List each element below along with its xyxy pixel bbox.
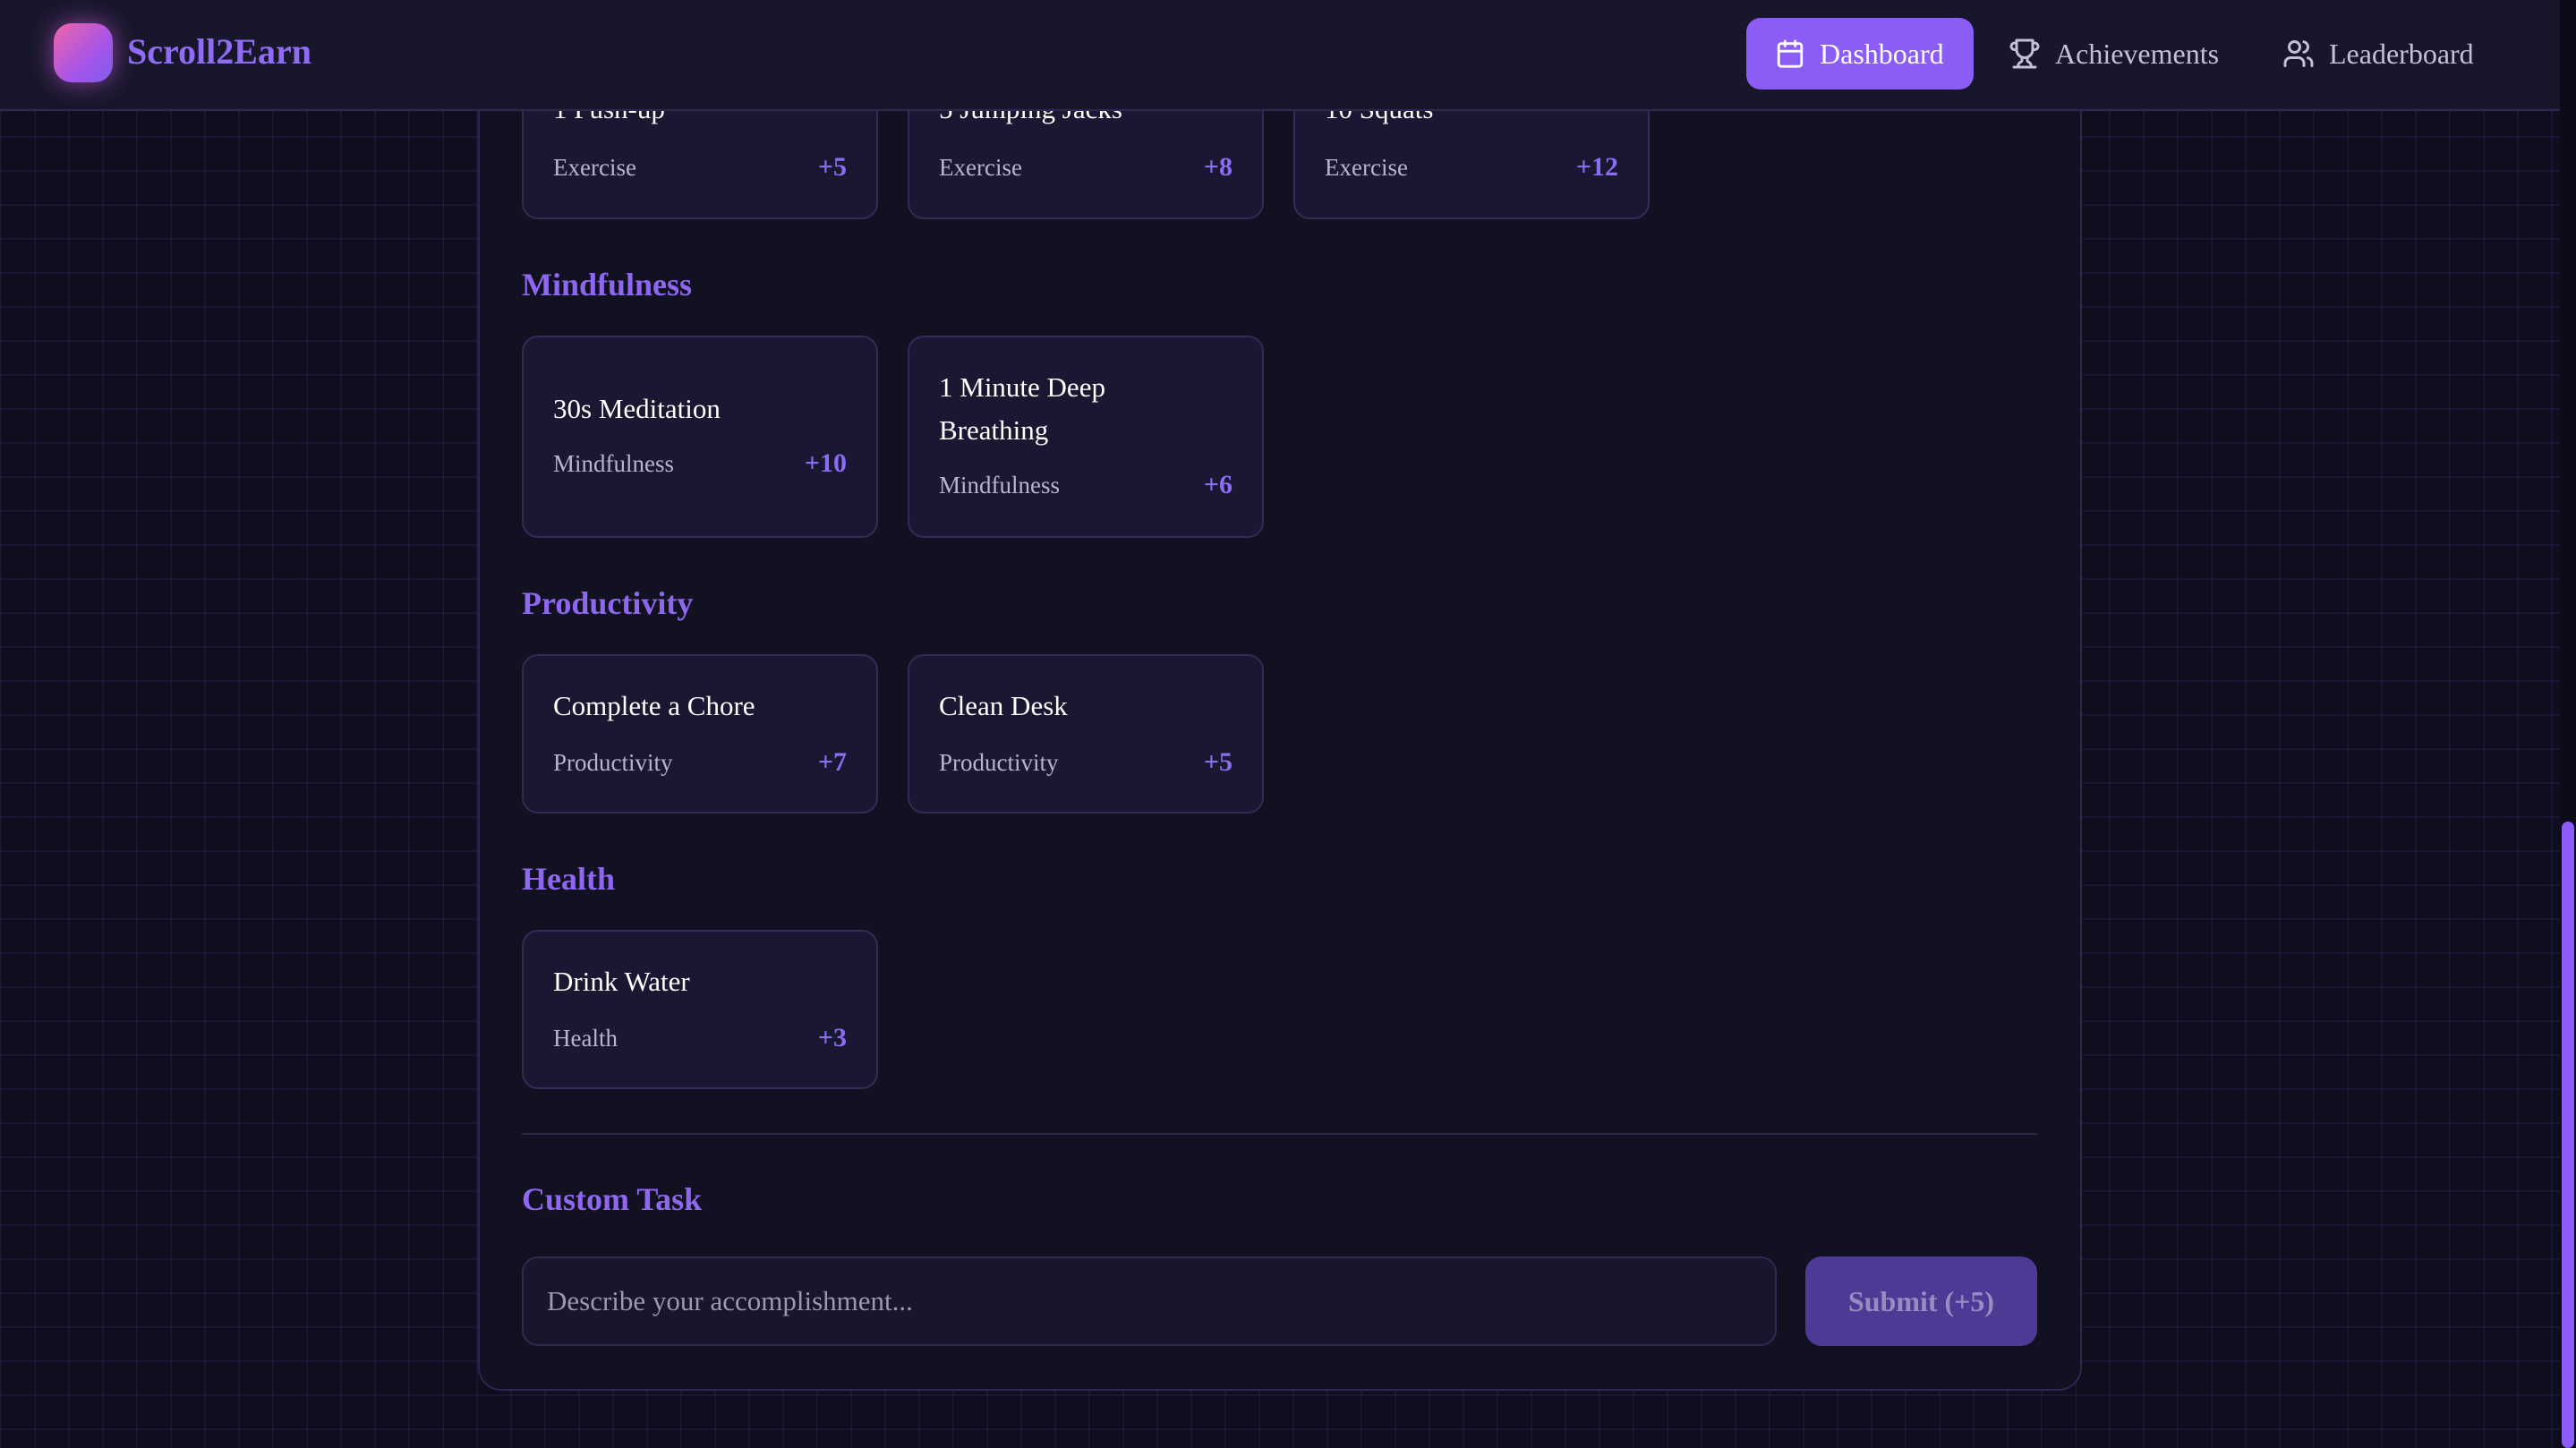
section-heading-mindfulness: Mindfulness	[522, 267, 693, 302]
task-category: Health	[553, 1025, 618, 1052]
task-category: Productivity	[553, 749, 673, 776]
task-category: Exercise	[1325, 154, 1408, 181]
task-card-clean-desk[interactable]: Clean Desk Productivity +5	[908, 654, 1264, 813]
top-navbar: Scroll2Earn Dashboard Achievements Leade…	[0, 0, 2560, 111]
task-category: Mindfulness	[553, 450, 674, 477]
nav-achievements-button[interactable]: Achievements	[2009, 18, 2219, 89]
section-heading-productivity: Productivity	[522, 585, 694, 621]
nav-leaderboard-label: Leaderboard	[2329, 37, 2474, 70]
section-heading-health: Health	[522, 861, 615, 897]
task-points: +5	[1203, 747, 1233, 777]
task-points: +6	[1203, 470, 1233, 499]
task-category: Mindfulness	[939, 472, 1060, 498]
task-title: Clean Desk	[939, 690, 1068, 721]
task-title: Complete a Chore	[553, 690, 755, 721]
task-points: +5	[817, 152, 847, 182]
task-points: +10	[804, 448, 847, 478]
task-title: Drink Water	[553, 966, 690, 997]
calendar-icon	[1777, 39, 1804, 68]
nav-dashboard-button[interactable]: Dashboard	[1746, 18, 1974, 89]
task-card-meditation[interactable]: 30s Meditation Mindfulness +10	[522, 336, 878, 538]
section-divider	[522, 1133, 2037, 1135]
submit-button[interactable]: Submit (+5)	[1805, 1256, 2037, 1346]
custom-task-input[interactable]	[522, 1256, 1777, 1346]
trophy-icon	[2009, 38, 2040, 69]
task-points: +12	[1575, 152, 1618, 182]
task-points: +3	[817, 1023, 847, 1052]
brand-name[interactable]: Scroll2Earn	[127, 30, 311, 72]
task-category: Exercise	[553, 154, 636, 181]
nav-leaderboard-button[interactable]: Leaderboard	[2282, 18, 2474, 89]
task-title: 1 Minute Deep Breathing	[939, 371, 1105, 446]
task-category: Exercise	[939, 154, 1022, 181]
section-heading-custom-task: Custom Task	[522, 1181, 703, 1217]
task-card-deep-breathing[interactable]: 1 Minute Deep Breathing Mindfulness +6	[908, 336, 1264, 538]
users-icon	[2283, 40, 2314, 67]
scrollbar-thumb[interactable]	[2562, 822, 2574, 1448]
task-points: +8	[1203, 152, 1233, 182]
task-category: Productivity	[939, 749, 1059, 776]
logo-icon	[54, 23, 113, 82]
task-card-complete-chore[interactable]: Complete a Chore Productivity +7	[522, 654, 878, 813]
task-points: +7	[817, 747, 847, 777]
nav-dashboard-label: Dashboard	[1820, 37, 1944, 70]
task-title: 30s Meditation	[553, 393, 721, 424]
nav-achievements-label: Achievements	[2055, 37, 2220, 70]
task-card-drink-water[interactable]: Drink Water Health +3	[522, 930, 878, 1089]
